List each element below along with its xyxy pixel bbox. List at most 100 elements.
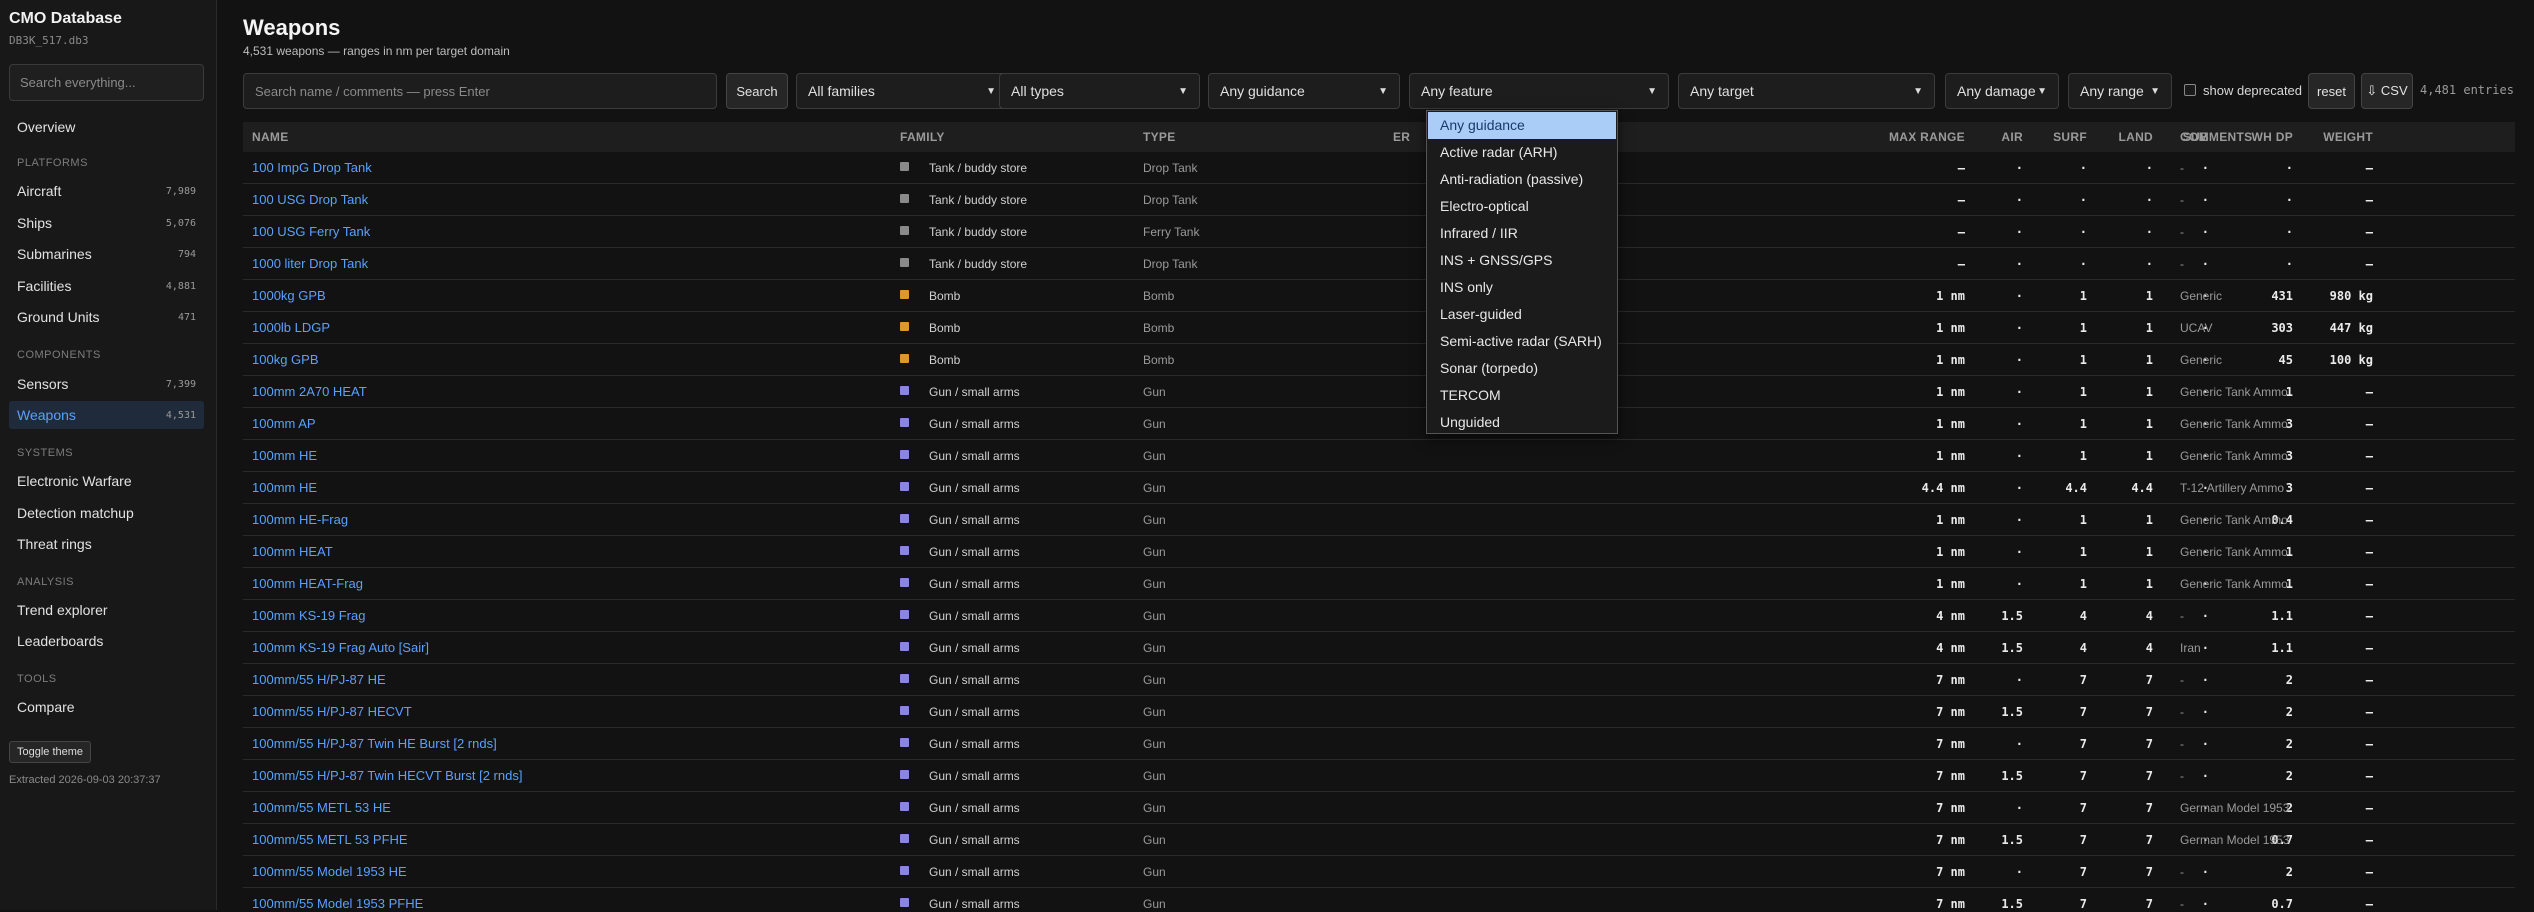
row-name[interactable]: 100mm HE (252, 472, 317, 504)
row-max-range: — (1957, 257, 1965, 271)
guidance-option[interactable]: Semi-active radar (SARH) (1428, 328, 1616, 355)
guidance-option[interactable]: Any guidance (1428, 112, 1616, 139)
nav-ground-units[interactable]: Ground Units 471 (9, 303, 204, 331)
row-family: Gun / small arms (929, 673, 1020, 687)
guidance-option[interactable]: Anti-radiation (passive) (1428, 166, 1616, 193)
guidance-option[interactable]: Active radar (ARH) (1428, 139, 1616, 166)
guidance-option[interactable]: INS + GNSS/GPS (1428, 247, 1616, 274)
table-row[interactable]: 100mm/55 H/PJ-87 HE Gun / small arms Gun 7 … (243, 664, 2515, 696)
row-name[interactable]: 100 USG Drop Tank (252, 184, 368, 216)
col-name[interactable]: NAME (252, 122, 289, 152)
table-row[interactable]: 100mm/55 METL 53 HE Gun / small arms Gun 7 … (243, 792, 2515, 824)
row-name[interactable]: 100mm HEAT-Frag (252, 568, 363, 600)
nav-weapons[interactable]: Weapons 4,531 (9, 401, 204, 429)
nav-leaderboards[interactable]: Leaderboards (9, 627, 204, 655)
row-name[interactable]: 100mm HEAT (252, 536, 333, 568)
table-row[interactable]: 100mm HEAT-Frag Gun / small arms Gun 1 nm · 1… (243, 568, 2515, 600)
col-comments[interactable]: COMMENTS (2180, 122, 2252, 152)
family-select[interactable]: All families ▼ (796, 73, 1008, 109)
show-deprecated-checkbox[interactable] (2184, 84, 2196, 96)
row-name[interactable]: 100mm/55 H/PJ-87 Twin HE Burst [2 rnds] (252, 728, 497, 760)
table-row[interactable]: 100 USG Drop Tank Tank / buddy store Drop … (243, 184, 2515, 216)
guidance-option[interactable]: Electro-optical (1428, 193, 1616, 220)
col-weight[interactable]: WEIGHT (2253, 122, 2373, 152)
row-air: 1.5 (2001, 769, 2023, 783)
row-name[interactable]: 100mm HE (252, 440, 317, 472)
col-type[interactable]: TYPE (1143, 122, 1176, 152)
table-row[interactable]: 100mm/55 Model 1953 HE Gun / small arms Gu… (243, 856, 2515, 888)
table-row[interactable]: 100mm/55 H/PJ-87 Twin HE Burst [2 rnds] G… (243, 728, 2515, 760)
table-row[interactable]: 100kg GPB Bomb Bomb 1 nm · 1 1 · 45 100 kg Generic (243, 344, 2515, 376)
table-row[interactable]: 1000lb LDGP Bomb Bomb 1 nm · 1 1 · 303 447 kg UCAV (243, 312, 2515, 344)
table-row[interactable]: 100mm KS-19 Frag Auto [Sair] Gun / small … (243, 632, 2515, 664)
row-name[interactable]: 100mm HE-Frag (252, 504, 348, 536)
table-row[interactable]: 1000kg GPB Bomb Bomb 1 nm · 1 1 · 431 980 kg Gener… (243, 280, 2515, 312)
nav-facilities[interactable]: Facilities 4,881 (9, 272, 204, 300)
row-name[interactable]: 100kg GPB (252, 344, 319, 376)
nav-ships[interactable]: Ships 5,076 (9, 209, 204, 237)
nav-overview[interactable]: Overview (9, 113, 204, 141)
table-row[interactable]: 100mm HE Gun / small arms Gun 1 nm · 1 1 · 3— Gen… (243, 440, 2515, 472)
table-row[interactable]: 100mm/55 METL 53 PFHE Gun / small arms Gun… (243, 824, 2515, 856)
target-select[interactable]: Any target ▼ (1678, 73, 1935, 109)
table-row[interactable]: 100 USG Ferry Tank Tank / buddy store Ferr… (243, 216, 2515, 248)
col-min-range[interactable]: ER (1393, 122, 1410, 152)
row-name[interactable]: 100mm/55 Model 1953 HE (252, 856, 407, 888)
feature-select[interactable]: Any feature ▼ (1409, 73, 1669, 109)
range-select[interactable]: Any range ▼ (2068, 73, 2172, 109)
toggle-theme-button[interactable]: Toggle theme (9, 741, 92, 763)
row-name[interactable]: 100mm 2A70 HEAT (252, 376, 367, 408)
row-name[interactable]: 100mm/55 H/PJ-87 Twin HECVT Burst [2 rnd… (252, 760, 522, 792)
row-name[interactable]: 1000lb LDGP (252, 312, 330, 344)
row-name[interactable]: 100mm/55 Model 1953 PFHE (252, 888, 423, 912)
row-name[interactable]: 1000kg GPB (252, 280, 326, 312)
nav-sensors[interactable]: Sensors 7,399 (9, 370, 204, 398)
nav-submarines[interactable]: Submarines 794 (9, 240, 204, 268)
global-search-input[interactable] (9, 64, 204, 101)
table-row[interactable]: 100mm HE-Frag Gun / small arms Gun 1 nm · 1 1 ·… (243, 504, 2515, 536)
row-name[interactable]: 100mm KS-19 Frag Auto [Sair] (252, 632, 429, 664)
table-row[interactable]: 100mm 2A70 HEAT Gun / small arms Gun 1 nm · 1… (243, 376, 2515, 408)
row-name[interactable]: 100mm/55 METL 53 HE (252, 792, 391, 824)
nav-compare[interactable]: Compare (9, 693, 204, 721)
nav-trend-explorer[interactable]: Trend explorer (9, 596, 204, 624)
row-name[interactable]: 100mm KS-19 Frag (252, 600, 365, 632)
nav-detection-matchup[interactable]: Detection matchup (9, 499, 204, 527)
table-row[interactable]: 100mm HEAT Gun / small arms Gun 1 nm · 1 1 · 1— G… (243, 536, 2515, 568)
guidance-option[interactable]: INS only (1428, 274, 1616, 301)
guidance-option[interactable]: Laser-guided (1428, 301, 1616, 328)
col-max-range[interactable]: MAX RANGE (1743, 122, 1965, 152)
table-row[interactable]: 100mm HE Gun / small arms Gun 4.4 nm · 4.4 4.4… (243, 472, 2515, 504)
guidance-option[interactable]: Sonar (torpedo) (1428, 355, 1616, 382)
row-name[interactable]: 100 USG Ferry Tank (252, 216, 370, 248)
weapons-search-input[interactable] (243, 73, 717, 109)
nav-label: Aircraft (17, 183, 62, 199)
col-family[interactable]: FAMILY (900, 122, 945, 152)
damage-select[interactable]: Any damage ▼ (1945, 73, 2059, 109)
table-row[interactable]: 1000 liter Drop Tank Tank / buddy store Dr… (243, 248, 2515, 280)
row-name[interactable]: 100mm AP (252, 408, 316, 440)
table-row[interactable]: 100mm/55 Model 1953 PFHE Gun / small arms… (243, 888, 2515, 912)
col-air[interactable]: AIR (1943, 122, 2023, 152)
guidance-option[interactable]: TERCOM (1428, 382, 1616, 409)
guidance-select[interactable]: Any guidance ▼ (1208, 73, 1400, 109)
row-name[interactable]: 100mm/55 H/PJ-87 HECVT (252, 696, 412, 728)
nav-threat-rings[interactable]: Threat rings (9, 530, 204, 558)
nav-aircraft[interactable]: Aircraft 7,989 (9, 177, 204, 205)
guidance-option[interactable]: Unguided (1428, 409, 1616, 436)
row-name[interactable]: 100mm/55 H/PJ-87 HE (252, 664, 386, 696)
row-name[interactable]: 100 ImpG Drop Tank (252, 152, 372, 184)
nav-electronic-warfare[interactable]: Electronic Warfare (9, 467, 204, 495)
table-row[interactable]: 100 ImpG Drop Tank Tank / buddy store Drop… (243, 152, 2515, 184)
table-row[interactable]: 100mm KS-19 Frag Gun / small arms Gun 4 nm 1… (243, 600, 2515, 632)
search-button[interactable]: Search (726, 73, 788, 109)
reset-button[interactable]: reset (2308, 73, 2355, 109)
table-row[interactable]: 100mm/55 H/PJ-87 HECVT Gun / small arms Gu… (243, 696, 2515, 728)
table-row[interactable]: 100mm AP Gun / small arms Gun 1 nm · 1 1 · 3— Gen… (243, 408, 2515, 440)
type-select[interactable]: All types ▼ (999, 73, 1200, 109)
guidance-option[interactable]: Infrared / IIR (1428, 220, 1616, 247)
row-name[interactable]: 1000 liter Drop Tank (252, 248, 368, 280)
row-name[interactable]: 100mm/55 METL 53 PFHE (252, 824, 408, 856)
table-row[interactable]: 100mm/55 H/PJ-87 Twin HECVT Burst [2 rnd… (243, 760, 2515, 792)
csv-export-button[interactable]: ⇩ CSV (2361, 73, 2413, 109)
